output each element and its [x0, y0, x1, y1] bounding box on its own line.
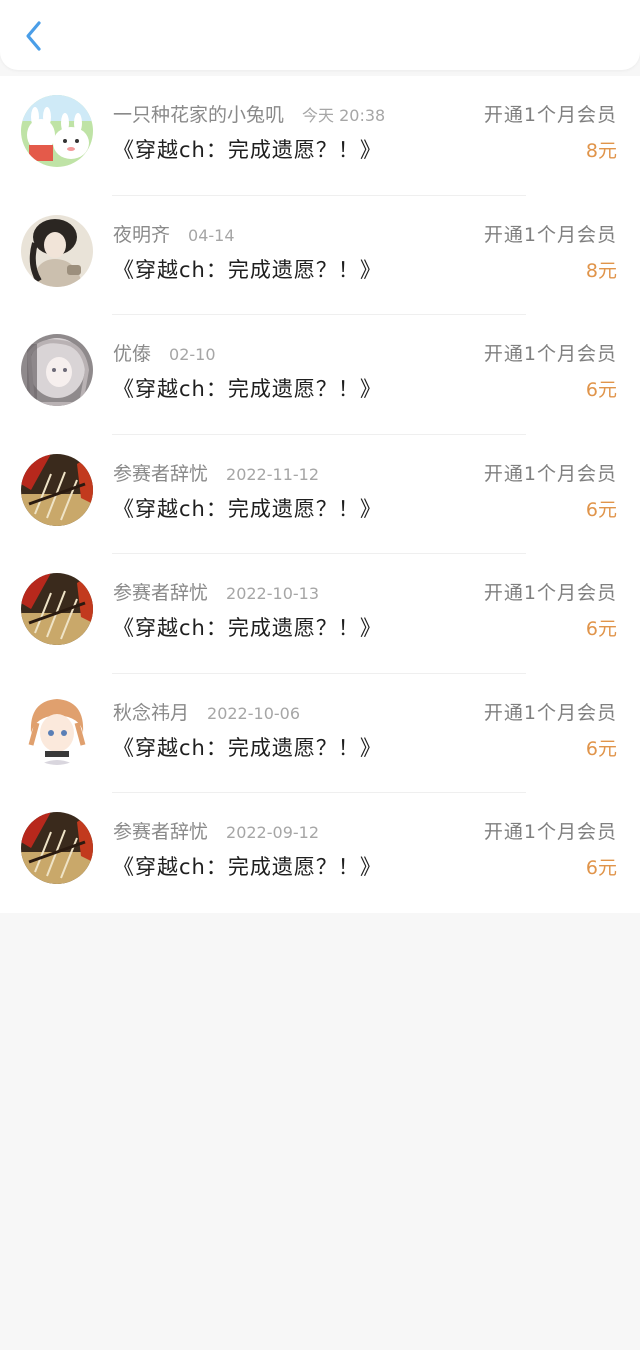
user-name: 参赛者辞忧 2022-09-12 — [113, 821, 319, 843]
avatar[interactable] — [21, 573, 93, 645]
price-label: 8元 — [585, 140, 617, 162]
record-date: 2022-09-12 — [226, 823, 319, 842]
user-name: 优傣 02-10 — [113, 343, 216, 365]
price-label: 6元 — [585, 618, 617, 640]
purchase-action: 开通1个月会员 — [483, 821, 617, 843]
top-bar — [0, 0, 640, 70]
list-item[interactable]: 参赛者辞忧 2022-10-13 《穿越ch：完成遗愿？！》 开通1个月会员 6元 — [0, 554, 640, 674]
user-name: 秋念祎月 2022-10-06 — [113, 701, 300, 724]
purchase-action: 开通1个月会员 — [483, 104, 617, 126]
avatar[interactable] — [21, 453, 93, 526]
list-item[interactable]: 秋念祎月 2022-10-06 《穿越ch：完成遗愿？！》 开通1个月会员 6元 — [0, 674, 640, 793]
book-title: 《穿越ch：完成遗愿？！》 — [113, 616, 382, 640]
purchase-action: 开通1个月会员 — [483, 462, 617, 485]
list-item[interactable]: 参赛者辞忧 2022-11-12 《穿越ch：完成遗愿？！》 开通1个月会员 6元 — [0, 435, 640, 554]
book-title: 《穿越ch：完成遗愿？！》 — [113, 855, 382, 879]
avatar[interactable] — [21, 95, 93, 167]
price-label: 6元 — [585, 737, 617, 760]
user-name: 参赛者辞忧 2022-10-13 — [113, 582, 319, 604]
list-item[interactable]: 一只种花家的小兔叽 今天 20:38 《穿越ch：完成遗愿？！》 开通1个月会员 … — [0, 76, 640, 196]
record-date: 04-14 — [188, 225, 235, 245]
price-label: 6元 — [585, 379, 617, 401]
price-label: 6元 — [585, 498, 617, 521]
record-date: 2022-11-12 — [226, 464, 319, 484]
list-item[interactable]: 夜明齐 04-14 《穿越ch：完成遗愿？！》 开通1个月会员 8元 — [0, 196, 640, 315]
purchase-record-list: 一只种花家的小兔叽 今天 20:38 《穿越ch：完成遗愿？！》 开通1个月会员 … — [0, 76, 640, 913]
user-name: 夜明齐 04-14 — [113, 223, 235, 246]
purchase-action: 开通1个月会员 — [483, 343, 617, 365]
user-name: 参赛者辞忧 2022-11-12 — [113, 462, 319, 485]
avatar[interactable] — [21, 812, 93, 884]
book-title: 《穿越ch：完成遗愿？！》 — [113, 735, 382, 760]
price-label: 6元 — [585, 857, 617, 879]
record-date: 2022-10-13 — [226, 584, 319, 603]
book-title: 《穿越ch：完成遗愿？！》 — [113, 138, 382, 162]
list-item[interactable]: 优傣 02-10 《穿越ch：完成遗愿？！》 开通1个月会员 6元 — [0, 315, 640, 435]
chevron-left-icon — [26, 21, 41, 51]
back-button[interactable] — [14, 14, 54, 58]
record-date: 今天 20:38 — [302, 106, 386, 125]
purchase-action: 开通1个月会员 — [483, 701, 617, 724]
avatar[interactable] — [21, 334, 93, 406]
record-date: 02-10 — [169, 345, 216, 364]
user-name: 一只种花家的小兔叽 今天 20:38 — [113, 104, 386, 126]
book-title: 《穿越ch：完成遗愿？！》 — [113, 496, 382, 521]
price-label: 8元 — [585, 259, 617, 282]
purchase-action: 开通1个月会员 — [483, 223, 617, 246]
avatar[interactable] — [21, 692, 93, 765]
list-item[interactable]: 参赛者辞忧 2022-09-12 《穿越ch：完成遗愿？！》 开通1个月会员 6元 — [0, 793, 640, 913]
record-date: 2022-10-06 — [207, 703, 300, 723]
purchase-action: 开通1个月会员 — [483, 582, 617, 604]
avatar[interactable] — [21, 214, 93, 287]
book-title: 《穿越ch：完成遗愿？！》 — [113, 257, 382, 282]
book-title: 《穿越ch：完成遗愿？！》 — [113, 377, 382, 401]
